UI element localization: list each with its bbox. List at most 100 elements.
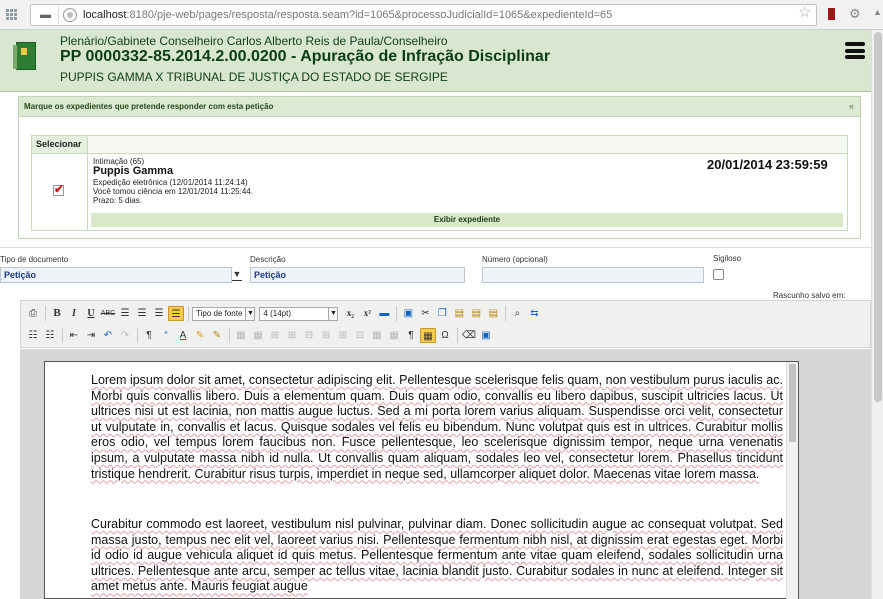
site-info-icon[interactable] [63,8,77,22]
font-family-chevron-icon[interactable]: ▼ [246,306,256,321]
header-process-number: PP 0000332-85.2014.2.00.0200 - Apuração … [60,48,551,65]
cut-icon[interactable]: ✂ [417,306,433,321]
print-icon[interactable]: ⎙ [25,306,41,321]
align-justify-icon[interactable]: ☰ [168,306,184,321]
merge-cells-icon[interactable]: ▦ [369,328,385,343]
split-cells-icon[interactable]: ▦ [386,328,402,343]
hamburger-menu-icon[interactable] [845,42,865,59]
apps-icon[interactable] [6,9,17,20]
column-header-selecionar: Selecionar [32,136,88,154]
exibir-expediente-button[interactable]: Exibir expediente [91,213,843,227]
bullet-list-icon[interactable]: ☷ [25,328,41,343]
font-family-select[interactable]: Tipo de fonte [192,306,247,321]
expediente-prazo: Prazo: 5 dias. [93,196,142,205]
chevron-down-icon[interactable]: ▼ [232,269,242,281]
toolbar-row-2: ☷ ☷ ⇤ ⇥ ↶ ↷ ¶ “ A ✎ ✎ ▦ ▦ ⊞ ⊞ ⊟ ⊞ ⊞ ⊟ ▦ … [25,327,495,344]
document-form: Tipo de documento Petição ▼ Descrição Pe… [0,247,871,300]
numero-label: Número (opcional) [482,255,548,264]
editor-scrollbar[interactable] [786,362,798,599]
delete-col-icon[interactable]: ⊟ [352,328,368,343]
expediente-expedicao: Expedição eletrônica (12/01/2014 11:24:1… [93,178,248,187]
strikethrough-icon[interactable]: ABC [100,306,116,321]
paste-icon[interactable]: ▤ [451,306,467,321]
rich-text-editor[interactable]: Lorem ipsum dolor sit amet, consectetur … [44,361,799,599]
checkmark-icon: ✔ [54,182,65,196]
find-icon[interactable]: ⌕ [509,306,525,321]
special-char-icon[interactable]: Ω [437,328,453,343]
italic-icon[interactable]: I [66,306,82,321]
redo-icon[interactable]: ↷ [117,328,133,343]
expedientes-table: Selecionar ✔ Intimação (65) Puppis Gamma… [31,135,848,231]
bold-icon[interactable]: B [49,306,65,321]
expediente-parte: Puppis Gamma [93,165,174,177]
source-code-icon[interactable]: ▣ [478,328,494,343]
process-book-icon [13,42,36,70]
page-scrollbar[interactable] [871,30,883,599]
col-before-icon[interactable]: ⊞ [318,328,334,343]
align-left-icon[interactable]: ☰ [117,306,133,321]
numero-input[interactable] [482,267,704,283]
editor-toolbar: ⎙ B I U ABC ☰ ☰ ☰ ☰ Tipo de fonte ▼ 4 (14… [20,300,871,348]
expediente-checkbox[interactable]: ✔ [53,182,65,196]
show-blocks-icon[interactable]: ¶ [403,328,419,343]
edit-icon[interactable]: ✎ [209,328,225,343]
table-icon[interactable]: ▦ [233,328,249,343]
settings-icon[interactable]: ⚙ [849,6,861,22]
browser-toolbar: ▬ localhost:8180/pje-web/pages/resposta/… [0,0,883,30]
subscript-icon[interactable]: x₂ [342,306,358,321]
font-size-select[interactable]: 4 (14pt) [259,306,330,321]
expedientes-panel: Marque os expedientes que pretende respo… [18,96,861,239]
indent-icon[interactable]: ⇥ [83,328,99,343]
descricao-label: Descrição [250,255,286,264]
select-all-icon[interactable]: ▣ [400,306,416,321]
expediente-cell: Intimação (65) Puppis Gamma Expedição el… [88,154,847,230]
text-color-icon[interactable]: A [175,328,191,343]
font-size-chevron-icon[interactable]: ▼ [329,306,339,321]
undo-icon[interactable]: ↶ [100,328,116,343]
paste-word-icon[interactable]: ▤ [485,306,501,321]
align-center-icon[interactable]: ☰ [134,306,150,321]
paste-text-icon[interactable]: ▤ [468,306,484,321]
editor-paragraph-2[interactable]: Curabitur commodo est laoreet, vestibulu… [91,517,783,595]
header-gabinete: Plenário/Gabinete Conselheiro Carlos Alb… [60,34,448,48]
tipo-documento-label: Tipo de documento [0,255,69,264]
scroll-up-icon[interactable]: ▲ [873,7,882,17]
collapse-icon[interactable]: « [849,101,854,111]
visual-aid-icon[interactable]: ▦ [420,328,436,343]
blockquote-icon[interactable]: “ [158,328,174,343]
highlight-color-icon[interactable]: ✎ [192,328,208,343]
star-icon[interactable]: ☆ [798,3,811,21]
numbered-list-icon[interactable]: ☷ [42,328,58,343]
sigiloso-checkbox[interactable] [713,269,724,280]
editor-scrollbar-thumb[interactable] [789,364,796,442]
page-scrollbar-thumb[interactable] [874,32,882,402]
superscript-icon[interactable]: x² [359,306,375,321]
page-icon[interactable]: ▬ [33,6,59,24]
horizontal-rule-icon[interactable]: ▬ [376,306,392,321]
address-bar[interactable]: ▬ localhost:8180/pje-web/pages/resposta/… [30,4,817,26]
rascunho-status: Rascunho salvo em: [773,291,846,300]
tipo-documento-select[interactable]: Petição [0,267,232,283]
col-after-icon[interactable]: ⊞ [335,328,351,343]
delete-row-icon[interactable]: ⊟ [301,328,317,343]
align-right-icon[interactable]: ☰ [151,306,167,321]
copy-icon[interactable]: ❐ [434,306,450,321]
column-header-expediente [88,136,847,154]
panel-title: Marque os expedientes que pretende respo… [24,102,274,111]
replace-icon[interactable]: ⇆ [526,306,542,321]
expediente-ciencia: Você tomou ciência em 12/01/2014 11:25:4… [93,187,253,196]
table-props-icon[interactable]: ▦ [250,328,266,343]
sigiloso-label: Sigiloso [713,254,742,263]
panel-header[interactable]: Marque os expedientes que pretende respo… [19,97,860,117]
outdent-icon[interactable]: ⇤ [66,328,82,343]
descricao-input[interactable]: Petição [250,267,465,283]
remove-format-icon[interactable]: ⌫ [461,328,477,343]
row-before-icon[interactable]: ⊞ [267,328,283,343]
paragraph-icon[interactable]: ¶ [141,328,157,343]
select-cell: ✔ [32,154,88,230]
editor-paragraph-1[interactable]: Lorem ipsum dolor sit amet, consectetur … [91,373,783,482]
url-text[interactable]: localhost:8180/pje-web/pages/resposta/re… [83,9,612,21]
extension-icon[interactable] [828,8,835,20]
row-after-icon[interactable]: ⊞ [284,328,300,343]
underline-icon[interactable]: U [83,306,99,321]
